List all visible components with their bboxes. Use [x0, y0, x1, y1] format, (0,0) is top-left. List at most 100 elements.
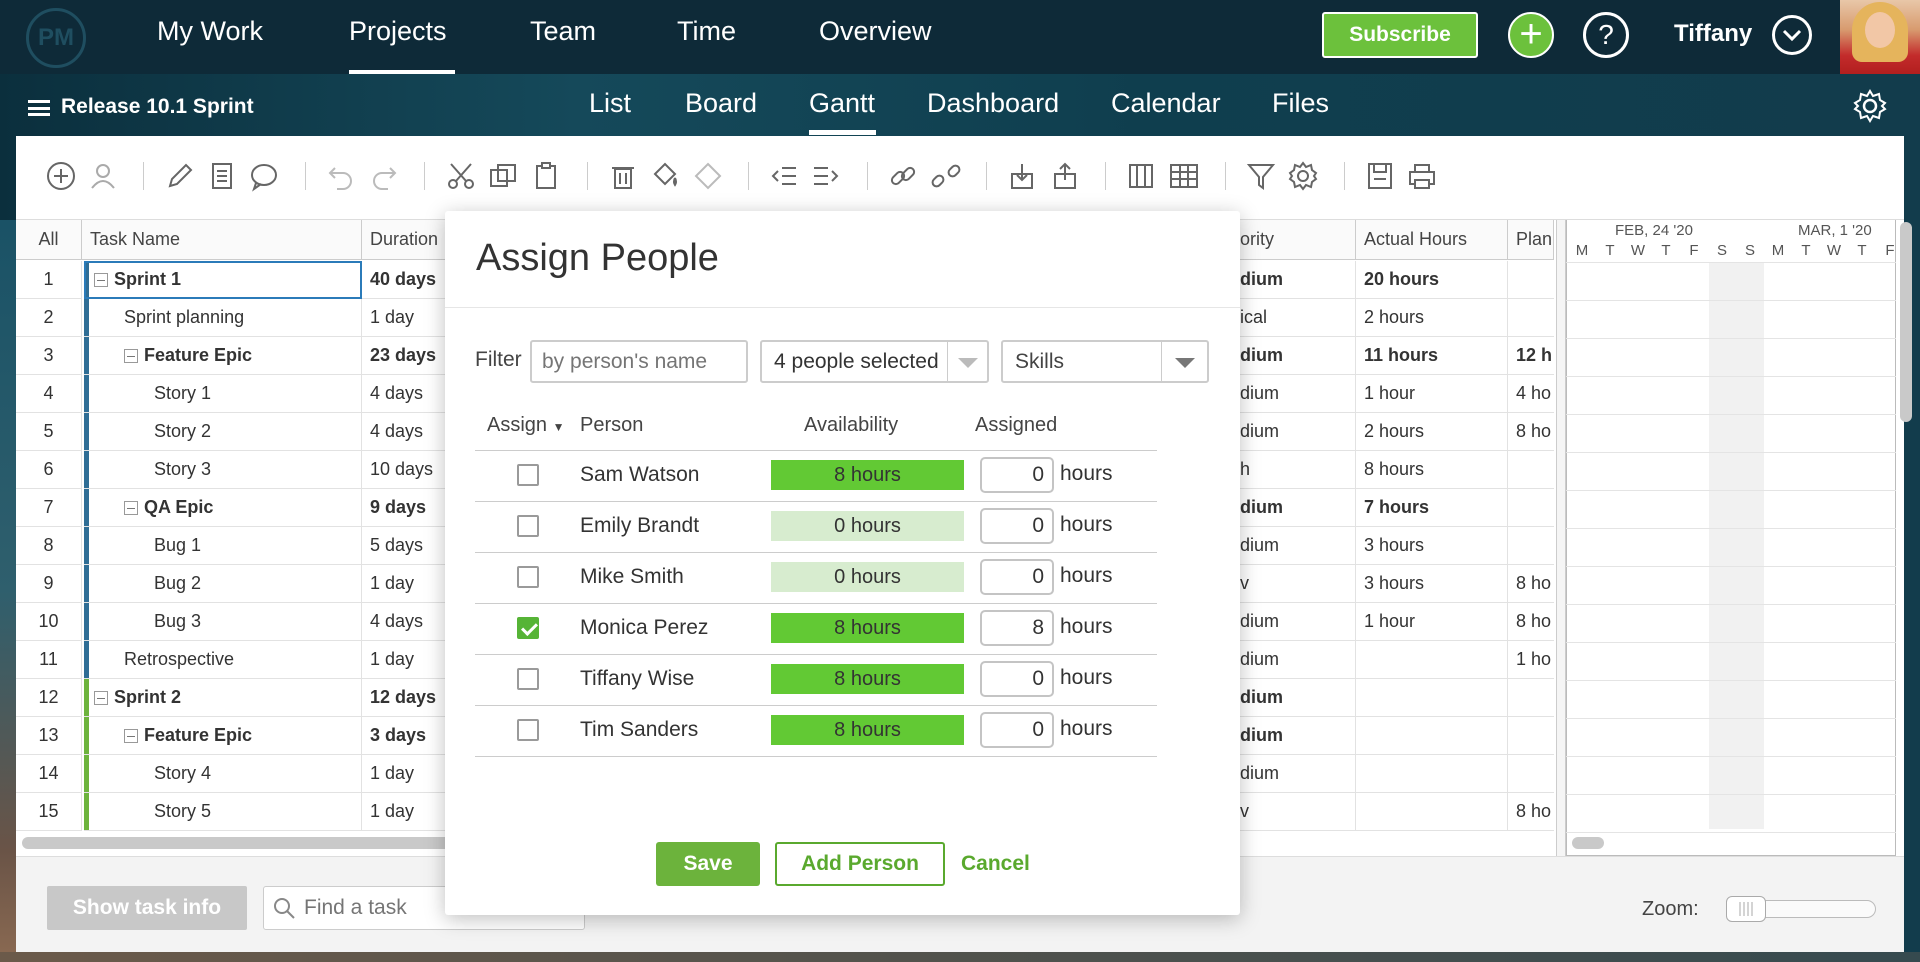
gantt-vertical-scrollbar[interactable] [1900, 222, 1912, 422]
add-task-icon[interactable] [45, 160, 77, 192]
avatar[interactable] [1840, 0, 1920, 74]
tab-gantt[interactable]: Gantt [809, 88, 875, 119]
help-button[interactable]: ? [1583, 12, 1629, 58]
actual-hours-cell[interactable]: 7 hours [1356, 489, 1508, 527]
priority-cell[interactable]: dium [1240, 375, 1356, 413]
tab-calendar[interactable]: Calendar [1111, 88, 1221, 119]
milestone-icon[interactable] [692, 160, 724, 192]
row-number[interactable]: 5 [16, 413, 82, 451]
planned-hours-cell[interactable]: 4 ho [1508, 375, 1554, 413]
priority-cell[interactable]: v [1240, 793, 1356, 831]
header-actual-hours[interactable]: Actual Hours [1356, 220, 1508, 260]
duration-cell[interactable]: 4 days [362, 413, 446, 451]
priority-cell[interactable]: dium [1240, 261, 1356, 299]
task-name-cell[interactable]: Story 1 [84, 375, 362, 413]
redo-icon[interactable] [368, 160, 400, 192]
planned-hours-cell[interactable] [1508, 679, 1554, 717]
row-number[interactable]: 11 [16, 641, 82, 679]
assigned-hours-input[interactable] [980, 457, 1054, 493]
planned-hours-cell[interactable]: 1 ho [1508, 641, 1554, 679]
assigned-hours-input[interactable] [980, 712, 1054, 748]
duration-cell[interactable]: 1 day [362, 299, 446, 337]
header-duration[interactable]: Duration [362, 220, 446, 260]
row-number[interactable]: 2 [16, 299, 82, 337]
task-name-cell[interactable]: Story 4 [84, 755, 362, 793]
assign-checkbox[interactable] [517, 719, 539, 741]
actual-hours-cell[interactable] [1356, 717, 1508, 755]
duration-cell[interactable]: 4 days [362, 603, 446, 641]
app-logo[interactable]: PM [26, 8, 86, 68]
assigned-hours-input[interactable] [980, 508, 1054, 544]
nav-my-work[interactable]: My Work [157, 16, 263, 47]
priority-cell[interactable]: dium [1240, 603, 1356, 641]
tab-board[interactable]: Board [685, 88, 757, 119]
row-number[interactable]: 15 [16, 793, 82, 831]
priority-cell[interactable]: dium [1240, 527, 1356, 565]
row-number[interactable]: 6 [16, 451, 82, 489]
comment-icon[interactable] [248, 160, 280, 192]
priority-cell[interactable]: h [1240, 451, 1356, 489]
save-file-icon[interactable] [1364, 160, 1396, 192]
cancel-button[interactable]: Cancel [961, 852, 1030, 876]
actual-hours-cell[interactable]: 3 hours [1356, 527, 1508, 565]
table-icon[interactable] [1168, 160, 1200, 192]
unlink-icon[interactable] [930, 160, 962, 192]
collapse-icon[interactable] [124, 728, 138, 743]
actual-hours-cell[interactable]: 2 hours [1356, 413, 1508, 451]
nav-time[interactable]: Time [677, 16, 736, 47]
planned-hours-cell[interactable]: 8 ho [1508, 413, 1554, 451]
task-name-cell[interactable]: QA Epic [84, 489, 362, 527]
planned-hours-cell[interactable] [1508, 489, 1554, 527]
row-number[interactable]: 7 [16, 489, 82, 527]
duration-cell[interactable]: 4 days [362, 375, 446, 413]
task-name-cell[interactable]: Bug 2 [84, 565, 362, 603]
assigned-hours-input[interactable] [980, 661, 1054, 697]
duration-cell[interactable]: 1 day [362, 793, 446, 831]
duration-cell[interactable]: 10 days [362, 451, 446, 489]
duration-cell[interactable]: 9 days [362, 489, 446, 527]
assign-checkbox[interactable] [517, 464, 539, 486]
actual-hours-cell[interactable]: 1 hour [1356, 603, 1508, 641]
user-name[interactable]: Tiffany [1674, 20, 1752, 48]
tab-dashboard[interactable]: Dashboard [927, 88, 1059, 119]
gantt-horizontal-scrollbar[interactable] [1572, 837, 1604, 849]
actual-hours-cell[interactable]: 3 hours [1356, 565, 1508, 603]
columns-icon[interactable] [1125, 160, 1157, 192]
col-assign[interactable]: Assign ▼ [487, 414, 564, 437]
actual-hours-cell[interactable] [1356, 793, 1508, 831]
row-number[interactable]: 8 [16, 527, 82, 565]
gear-icon[interactable] [1852, 88, 1888, 124]
save-button[interactable]: Save [656, 842, 760, 886]
task-name-cell[interactable]: Story 3 [84, 451, 362, 489]
task-name-cell[interactable]: Bug 3 [84, 603, 362, 641]
row-number[interactable]: 13 [16, 717, 82, 755]
planned-hours-cell[interactable] [1508, 451, 1554, 489]
priority-cell[interactable]: dium [1240, 641, 1356, 679]
pane-divider[interactable] [1556, 220, 1566, 856]
skills-dropdown[interactable]: Skills [1001, 340, 1209, 383]
row-number[interactable]: 3 [16, 337, 82, 375]
planned-hours-cell[interactable] [1508, 261, 1554, 299]
import-icon[interactable] [1006, 160, 1038, 192]
planned-hours-cell[interactable] [1508, 717, 1554, 755]
project-title[interactable]: Release 10.1 Sprint [61, 95, 254, 119]
duration-cell[interactable]: 1 day [362, 755, 446, 793]
paste-icon[interactable] [530, 160, 562, 192]
dropdown-arrow[interactable] [947, 342, 987, 381]
collapse-icon[interactable] [124, 500, 138, 515]
nav-overview[interactable]: Overview [819, 16, 932, 47]
planned-hours-cell[interactable]: 8 ho [1508, 603, 1554, 641]
assign-person-icon[interactable] [87, 160, 119, 192]
planned-hours-cell[interactable] [1508, 755, 1554, 793]
actual-hours-cell[interactable]: 8 hours [1356, 451, 1508, 489]
priority-cell[interactable]: dium [1240, 489, 1356, 527]
actual-hours-cell[interactable] [1356, 679, 1508, 717]
duration-cell[interactable]: 1 day [362, 565, 446, 603]
settings-gear-icon[interactable] [1287, 160, 1319, 192]
task-name-cell[interactable]: Feature Epic [84, 717, 362, 755]
header-all[interactable]: All [16, 220, 82, 260]
task-name-cell[interactable]: Feature Epic [84, 337, 362, 375]
actual-hours-cell[interactable]: 2 hours [1356, 299, 1508, 337]
actual-hours-cell[interactable]: 1 hour [1356, 375, 1508, 413]
task-name-cell[interactable]: Sprint 2 [84, 679, 362, 717]
